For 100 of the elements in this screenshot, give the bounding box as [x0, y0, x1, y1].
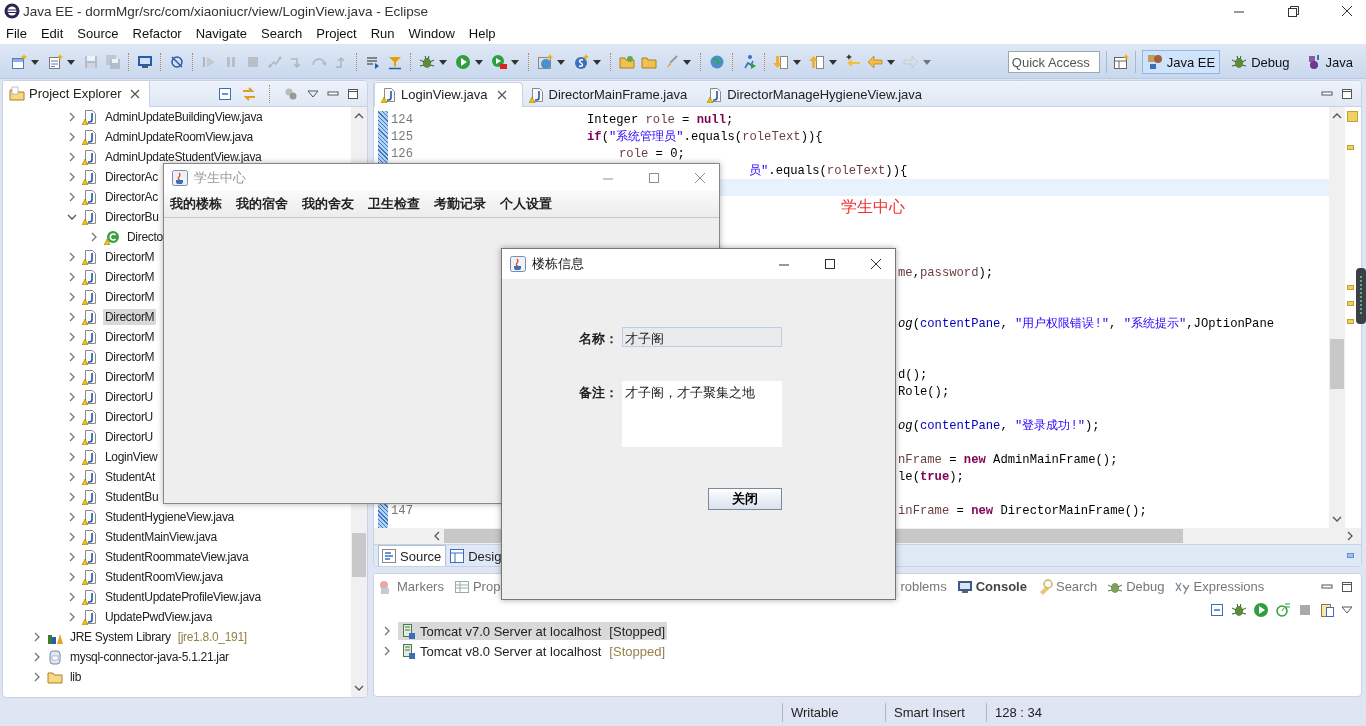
scroll-up-icon[interactable]: [354, 113, 364, 119]
chevron-right-icon[interactable]: [67, 392, 77, 402]
caret-icon[interactable]: [683, 59, 691, 65]
quick-access-field[interactable]: Quick Access: [1007, 51, 1100, 73]
runner-icon[interactable]: [741, 54, 757, 70]
stopwatch-icon[interactable]: [1275, 602, 1291, 618]
scroll-left-icon[interactable]: [434, 531, 440, 541]
monitor-icon[interactable]: [137, 54, 153, 70]
menu-item[interactable]: Search: [261, 25, 303, 41]
tree-item[interactable]: DirectorU: [103, 389, 155, 405]
caret-icon[interactable]: [439, 59, 447, 65]
view-menu-icon[interactable]: [1341, 604, 1353, 616]
chevron-right-icon[interactable]: [67, 492, 77, 502]
text-field[interactable]: 才子阁: [622, 327, 782, 347]
perspective-button[interactable]: Debug: [1226, 50, 1295, 74]
close-icon[interactable]: [495, 88, 508, 101]
caret-icon[interactable]: [557, 59, 565, 65]
tree-item[interactable]: StudentBu: [103, 489, 161, 505]
menu-item[interactable]: 我的楼栋: [170, 195, 222, 213]
chevron-right-icon[interactable]: [67, 332, 77, 342]
menu-item[interactable]: 我的宿舍: [236, 195, 288, 213]
tree-item[interactable]: UpdatePwdView.java: [103, 609, 215, 625]
server-item[interactable]: Tomcat v8.0 Server at localhost [Stopped]: [398, 642, 667, 660]
caret-icon[interactable]: [511, 59, 519, 65]
chevron-right-icon[interactable]: [67, 272, 77, 282]
caret-icon[interactable]: [475, 59, 483, 65]
chevron-right-icon[interactable]: [32, 672, 42, 682]
chevron-right-icon[interactable]: [67, 552, 77, 562]
menu-item[interactable]: Help: [468, 25, 496, 41]
scroll-right-icon[interactable]: [1347, 531, 1353, 541]
menu-item[interactable]: Run: [370, 25, 395, 41]
menu-item[interactable]: Navigate: [195, 25, 247, 41]
chevron-right-icon[interactable]: [67, 412, 77, 422]
tree-item[interactable]: DirectorM: [103, 269, 157, 285]
maximize-icon[interactable]: [1341, 580, 1353, 593]
chevron-right-icon[interactable]: [32, 632, 42, 642]
tree-item[interactable]: lib: [68, 669, 84, 685]
close-icon[interactable]: [869, 257, 883, 271]
menu-item[interactable]: File: [6, 25, 27, 41]
chevron-right-icon[interactable]: [67, 372, 77, 382]
funnel-arrow-icon[interactable]: [387, 54, 403, 70]
chevron-right-icon[interactable]: [67, 592, 77, 602]
tree-item[interactable]: LoginView: [103, 449, 160, 465]
maximize-icon[interactable]: [823, 257, 837, 271]
close-icon[interactable]: [129, 87, 142, 100]
chevron-down-icon[interactable]: [67, 212, 77, 222]
view-tab[interactable]: Markers: [378, 578, 444, 595]
clipboard-icon[interactable]: [1319, 602, 1335, 618]
chevron-right-icon[interactable]: [67, 532, 77, 542]
chevron-right-icon[interactable]: [67, 112, 77, 122]
caret-icon[interactable]: [593, 59, 601, 65]
tree-item[interactable]: DirectorAc: [103, 169, 160, 185]
text-area[interactable]: 才子阁，才子聚集之地: [622, 381, 782, 447]
chevron-right-icon[interactable]: [67, 152, 77, 162]
chevron-right-icon[interactable]: [89, 232, 99, 242]
globe-icon[interactable]: [709, 54, 725, 70]
chevron-right-icon[interactable]: [67, 292, 77, 302]
chevron-right-icon[interactable]: [67, 352, 77, 362]
view-menu-icon[interactable]: [307, 87, 319, 100]
menu-item[interactable]: Edit: [40, 25, 64, 41]
maximize-icon[interactable]: [1341, 87, 1353, 100]
chevron-right-icon[interactable]: [67, 512, 77, 522]
tree-item[interactable]: StudentHygieneView.java: [103, 509, 236, 525]
chevron-right-icon[interactable]: [67, 612, 77, 622]
tree-item[interactable]: AdminUpdateBuildingView.java: [103, 109, 265, 125]
tree-item[interactable]: StudentRoommateView.java: [103, 549, 251, 565]
run-icon[interactable]: [1253, 602, 1269, 618]
star-arrow-icon[interactable]: [845, 54, 861, 70]
view-tab[interactable]: Debug: [1107, 578, 1165, 595]
view-tab[interactable]: Desig: [446, 545, 507, 566]
menu-item[interactable]: Source: [77, 25, 119, 41]
tree-item[interactable]: StudentAt: [103, 469, 157, 485]
run-tool-icon[interactable]: [491, 54, 507, 70]
menu-item[interactable]: 我的舍友: [302, 195, 354, 213]
tree-item[interactable]: DirectorU: [103, 429, 155, 445]
chevron-right-icon[interactable]: [67, 192, 77, 202]
chevron-right-icon[interactable]: [67, 312, 77, 322]
menu-item[interactable]: Project: [316, 25, 357, 41]
view-tab[interactable]: Console: [956, 578, 1027, 595]
tree-item[interactable]: DirectorU: [103, 409, 155, 425]
scroll-thumb[interactable]: [1330, 339, 1344, 389]
view-tab[interactable]: Search: [1036, 578, 1098, 595]
bug-icon[interactable]: [1231, 602, 1247, 618]
close-button[interactable]: 关闭: [708, 488, 782, 510]
chevron-right-icon[interactable]: [67, 572, 77, 582]
scroll-up-icon[interactable]: [1332, 113, 1342, 119]
tree-item[interactable]: Directo: [125, 229, 165, 245]
tree-item[interactable]: JRE System Library: [68, 629, 173, 645]
window-star-icon[interactable]: [11, 54, 27, 70]
menu-item[interactable]: 卫生检查: [368, 195, 420, 213]
scroll-down-icon[interactable]: [1332, 516, 1342, 522]
perspective-button[interactable]: Java EE: [1141, 50, 1221, 74]
tree-item[interactable]: DirectorBu: [103, 209, 161, 225]
chevron-right-icon[interactable]: [67, 432, 77, 442]
close-icon[interactable]: [1340, 4, 1354, 18]
tree-item[interactable]: StudentMainView.java: [103, 529, 219, 545]
chevron-right-icon[interactable]: [67, 132, 77, 142]
tree-item[interactable]: DirectorM: [103, 249, 157, 265]
chevron-right-icon[interactable]: [32, 652, 42, 662]
collapse-icon[interactable]: [217, 85, 233, 102]
